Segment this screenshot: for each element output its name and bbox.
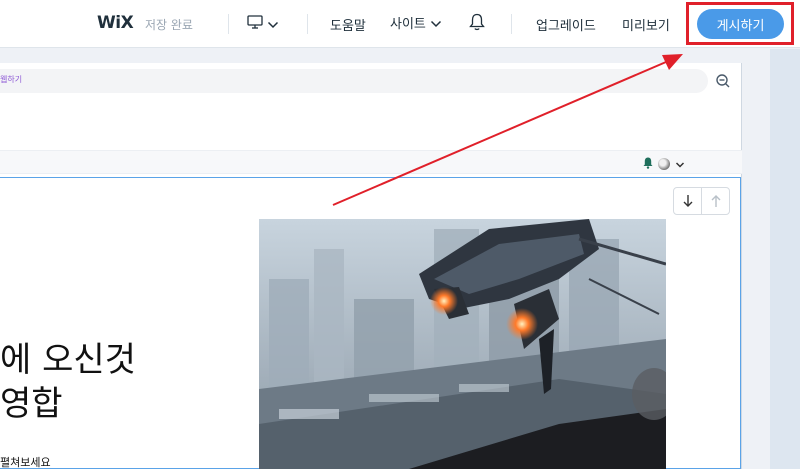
editor-scroll-area[interactable] bbox=[770, 49, 800, 469]
move-up-button[interactable] bbox=[701, 188, 729, 214]
chevron-down-icon bbox=[267, 14, 279, 33]
save-status: 저장 완료 bbox=[145, 18, 193, 32]
site-header-strip bbox=[0, 150, 742, 174]
preview-button[interactable]: 미리보기 bbox=[622, 15, 670, 34]
device-switcher[interactable] bbox=[247, 14, 279, 33]
upgrade-button[interactable]: 업그레이드 bbox=[536, 15, 596, 34]
chevron-down-icon[interactable] bbox=[675, 154, 685, 173]
notifications-bell-icon[interactable] bbox=[469, 13, 485, 35]
hero-title-line-2: 영합 bbox=[0, 384, 63, 424]
divider bbox=[511, 14, 512, 34]
header-tools bbox=[643, 154, 685, 173]
divider bbox=[307, 14, 308, 34]
hero-title[interactable]: 에 오신것 영합 bbox=[0, 338, 136, 426]
editor-top-bar: WiX 저장 완료 도움말 사이트 업그레이드 미리보기 게시하기 bbox=[0, 0, 800, 48]
section-move-controls bbox=[673, 187, 730, 215]
hero-title-line-1: 에 오신것 bbox=[0, 340, 136, 380]
member-avatar[interactable] bbox=[658, 157, 670, 170]
hero-subtitle[interactable]: 펼쳐보세요 bbox=[0, 454, 51, 469]
hero-image[interactable] bbox=[259, 219, 666, 469]
divider bbox=[228, 14, 229, 34]
zoom-out-icon[interactable] bbox=[716, 73, 730, 92]
site-menu-label: 사이트 bbox=[390, 17, 426, 32]
wix-logo[interactable]: WiX bbox=[97, 13, 134, 33]
desktop-icon bbox=[247, 14, 263, 33]
help-menu[interactable]: 도움말 bbox=[330, 15, 366, 34]
site-url-bar: 웹하기 bbox=[0, 69, 708, 93]
notification-bell-icon[interactable] bbox=[643, 154, 653, 173]
publish-highlight-box bbox=[686, 2, 794, 45]
move-down-button[interactable] bbox=[674, 188, 701, 214]
site-menu[interactable]: 사이트 bbox=[390, 13, 442, 32]
chevron-down-icon bbox=[430, 13, 442, 32]
url-text: 웹하기 bbox=[0, 75, 23, 84]
